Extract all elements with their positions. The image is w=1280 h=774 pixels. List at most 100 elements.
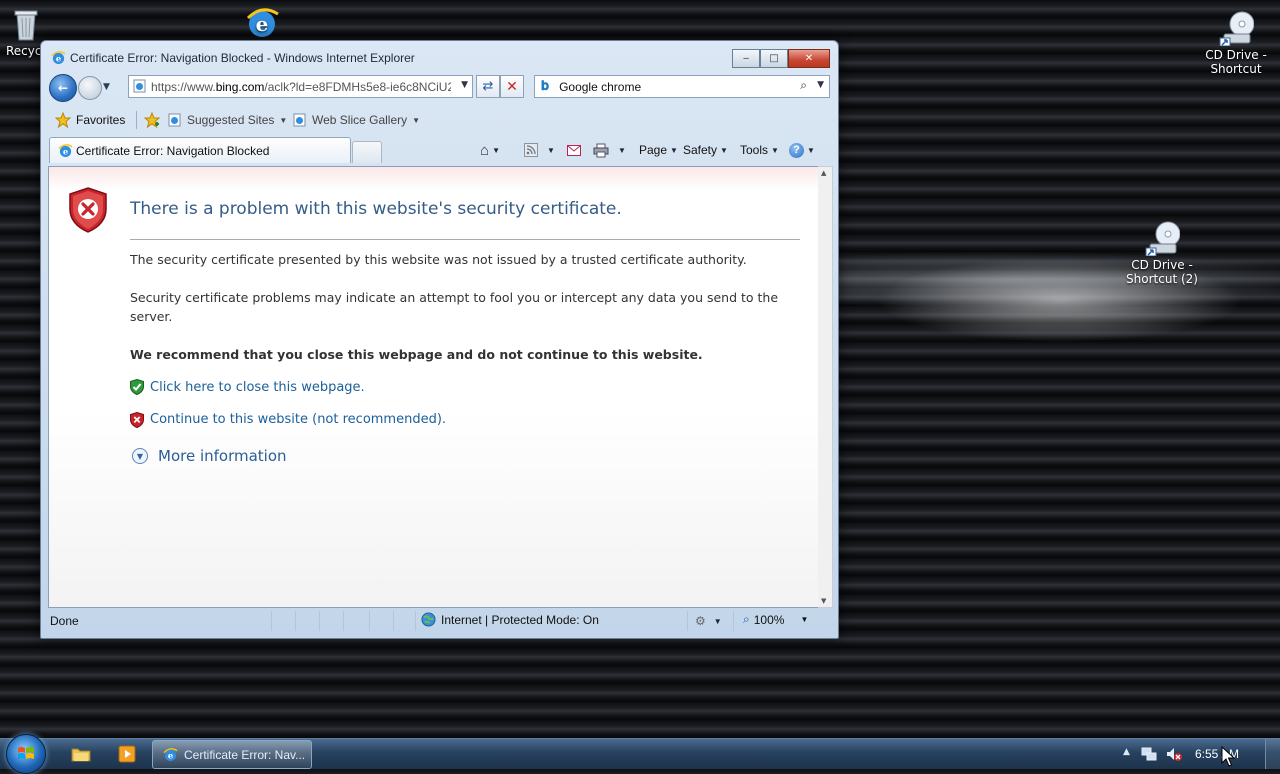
popup-blocker-button[interactable]: ⚙ ▼ [695,611,722,631]
search-box[interactable]: 𝐛 ⌕ ▼ [534,75,830,98]
address-bar[interactable]: https://www.bing.com/aclk?ld=e8FDMHs5e8-… [128,75,473,98]
search-icon[interactable]: ⌕ [800,78,807,93]
chevron-down-icon: ▼ [547,145,555,155]
red-x-shield-icon [130,412,144,428]
tab-row: e Certificate Error: Navigation Blocked … [47,136,832,163]
windows-explorer-icon[interactable] [71,745,91,763]
taskbar: e Certificate Error: Nav... ▲ 6:55 AM [0,734,1280,774]
network-icon[interactable] [1141,746,1157,762]
media-player-icon[interactable] [117,745,137,763]
favorites-link-web-slice-gallery[interactable]: Web Slice Gallery ▼ [293,109,420,131]
back-button[interactable]: ← [49,74,77,102]
chevron-down-icon: ▼ [492,145,500,155]
chevron-down-icon: ▼ [713,616,722,626]
new-tab-button[interactable] [352,141,382,163]
refresh-icon: ⇄ [482,79,494,94]
security-zone[interactable]: Internet | Protected Mode: On [421,612,599,627]
status-text: Done [50,614,79,628]
home-icon: ⌂ [480,141,490,159]
desktop-icon-label-line2: Shortcut [1210,62,1262,76]
desktop-icon-label-line1: CD Drive - [1131,258,1193,272]
cd-drive-icon [1145,221,1180,256]
green-check-shield-icon [130,379,144,395]
search-input[interactable] [557,78,782,95]
ie-logo-icon: e [51,51,66,65]
ie-page-icon [168,113,181,127]
security-shield-error-icon [69,187,107,233]
svg-text:e: e [56,54,61,64]
address-dropdown-icon[interactable]: ▼ [461,80,468,90]
continue-to-website-link[interactable]: Continue to this website (not recommende… [150,412,446,427]
home-button[interactable]: ⌂ ▼ [480,140,500,160]
show-hidden-icons-icon[interactable]: ▲ [1123,747,1130,757]
favorites-label: Favorites [76,113,126,127]
print-button[interactable]: ▼ [593,140,626,160]
more-information-label: More information [158,447,287,465]
desktop-icon-cd-drive-shortcut-2[interactable]: CD Drive - Shortcut (2) [1122,220,1202,286]
volume-muted-icon[interactable] [1165,746,1183,762]
recycle-bin-icon [14,10,38,41]
chevron-down-icon: ▼ [800,615,809,624]
minimize-button[interactable]: ‒ [732,49,760,68]
chevron-down-icon: ▼ [412,115,421,125]
desktop-icon-cd-drive-shortcut[interactable]: CD Drive - Shortcut [1196,10,1276,76]
safety-menu[interactable]: Safety ▼ [683,140,728,160]
feeds-button[interactable]: ▼ [524,140,555,160]
scroll-up-arrow-icon[interactable]: ▲ [821,169,826,177]
ie-window: e Certificate Error: Navigation Blocked … [40,40,839,639]
error-title: There is a problem with this website's s… [130,199,622,219]
chevron-down-icon: ▼ [670,145,678,155]
chevron-down-icon: ▼ [618,145,626,155]
history-dropdown-icon[interactable]: ▼ [103,82,110,92]
favorites-link-label: Suggested Sites [187,113,275,127]
taskbar-item-ie[interactable]: e Certificate Error: Nav... [152,740,312,769]
show-desktop-button[interactable] [1265,739,1280,769]
favorites-link-suggested-sites[interactable]: Suggested Sites ▼ [168,109,287,131]
favorites-star-icon [55,112,71,128]
status-divider [271,611,272,631]
desktop-icon-internet-explorer[interactable]: e [222,4,302,42]
page-menu[interactable]: Page ▼ [639,140,678,160]
status-divider [687,611,688,631]
error-description: The security certificate presented by th… [130,252,747,267]
refresh-button[interactable]: ⇄ [476,75,500,98]
scroll-down-arrow-icon[interactable]: ▼ [821,597,826,605]
desktop-icon-label-line2: Shortcut (2) [1126,272,1198,286]
zoom-magnifier-icon: ⌕ [743,612,750,626]
close-webpage-link[interactable]: Click here to close this webpage. [150,380,365,395]
tab-certificate-error[interactable]: e Certificate Error: Navigation Blocked [49,137,351,163]
cd-drive-icon [1219,11,1254,46]
url-path: /aclk?ld=e8FDMHs5e8-ie6c8NCiU2 [264,79,451,94]
chevron-down-icon: ▼ [807,145,815,155]
favorites-separator [136,111,137,129]
search-dropdown-icon[interactable]: ▼ [817,80,824,90]
ie-page-icon [293,113,306,127]
start-button[interactable] [6,734,46,774]
maximize-button[interactable]: □ [760,49,788,68]
help-button[interactable]: ? ▼ [789,140,815,160]
vertical-scrollbar[interactable]: ▲ ▼ [818,166,833,608]
zoom-control[interactable]: ⌕ 100% ▼ [743,612,808,627]
add-to-favorites-icon[interactable] [143,111,161,129]
favorites-button[interactable]: Favorites [49,109,131,131]
page-icon [133,79,146,93]
status-divider [393,611,394,631]
page-menu-label: Page [639,143,668,157]
close-button[interactable]: ✕ [788,49,830,68]
tools-menu[interactable]: Tools ▼ [740,140,779,160]
certificate-error-tab-icon: e [58,144,73,158]
more-information-toggle[interactable]: ▼ More information [132,447,287,465]
stop-button[interactable]: ✕ [500,75,524,98]
title-bar[interactable]: e Certificate Error: Navigation Blocked … [41,41,838,73]
forward-button[interactable] [78,76,102,100]
title-divider [130,239,800,240]
safety-menu-label: Safety [683,143,718,157]
security-zone-label: Internet | Protected Mode: On [441,612,599,627]
system-tray: ▲ 6:55 AM [1115,739,1280,769]
stop-icon: ✕ [506,78,518,95]
error-warning: Security certificate problems may indica… [130,290,779,324]
page-content: There is a problem with this website's s… [48,166,820,608]
read-mail-button[interactable] [567,140,581,160]
rss-feed-icon [524,143,538,157]
internet-explorer-icon: e [246,8,279,37]
